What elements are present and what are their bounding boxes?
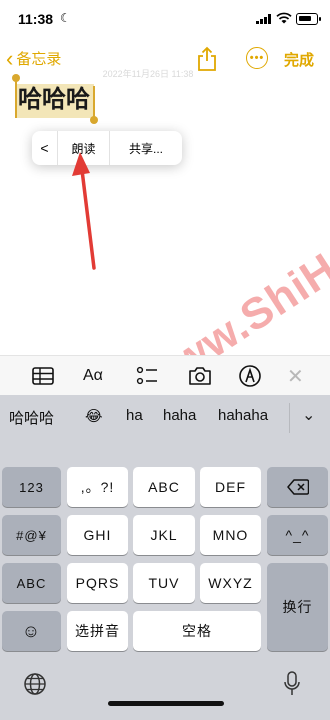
wifi-icon — [276, 12, 292, 24]
key-select-pinyin[interactable]: 选拼音 — [67, 611, 128, 651]
home-indicator — [108, 701, 224, 706]
back-label: 备忘录 — [16, 51, 62, 68]
camera-icon[interactable] — [187, 364, 213, 388]
selection-start-handle[interactable] — [12, 74, 20, 118]
globe-icon[interactable] — [23, 672, 47, 696]
table-icon[interactable] — [31, 364, 55, 388]
text-format-button[interactable]: Aα — [83, 364, 103, 388]
key-symbols[interactable]: #@¥ — [2, 515, 61, 555]
microphone-icon[interactable] — [283, 671, 301, 697]
key-def[interactable]: DEF — [200, 467, 261, 507]
candidate-item[interactable]: 😂 — [85, 407, 103, 425]
key-abc[interactable]: ABC — [133, 467, 195, 507]
space-key[interactable]: 空格 — [133, 611, 261, 651]
key-punctuation[interactable]: ,。?! — [67, 467, 128, 507]
key-wxyz[interactable]: WXYZ — [200, 563, 261, 603]
moon-icon: ☾ — [60, 11, 71, 25]
candidate-item[interactable]: ha — [126, 407, 143, 424]
menu-back-button[interactable]: < — [32, 131, 58, 165]
key-abc-switch[interactable]: ABC — [2, 563, 61, 603]
key-tuv[interactable]: TUV — [133, 563, 195, 603]
done-button[interactable]: 完成 — [284, 49, 314, 70]
candidate-item[interactable]: 哈哈哈 — [9, 407, 54, 428]
key-emoticon[interactable]: ^_^ — [267, 515, 328, 555]
keyboard: 哈哈哈 😂 ha haha hahaha ⌄ 123 ,。?! ABC DEF … — [0, 395, 330, 720]
format-toolbar: Aα ✕ — [0, 355, 330, 395]
candidate-divider — [289, 403, 290, 433]
key-pqrs[interactable]: PQRS — [67, 563, 128, 603]
note-date: 2022年11月26日 11:38 — [102, 69, 194, 79]
share-menu-button[interactable]: 共享... — [110, 131, 182, 165]
checklist-icon[interactable] — [135, 364, 159, 388]
chevron-left-icon: ‹ — [6, 45, 14, 71]
battery-icon — [296, 13, 321, 25]
markup-pen-icon[interactable] — [238, 364, 262, 388]
candidate-bar: 哈哈哈 😂 ha haha hahaha ⌄ — [0, 395, 330, 439]
delete-key[interactable] — [267, 467, 328, 507]
key-mno[interactable]: MNO — [200, 515, 261, 555]
key-123[interactable]: 123 — [2, 467, 61, 507]
annotation-arrow — [72, 152, 96, 270]
note-text[interactable]: 哈哈哈 — [18, 84, 90, 116]
status-time: 11:38 — [18, 11, 54, 27]
ellipsis-icon: ••• — [249, 52, 265, 64]
emoji-key[interactable]: ☺ — [2, 611, 61, 651]
close-toolbar-icon[interactable]: ✕ — [287, 364, 304, 388]
return-key[interactable]: 换行 — [267, 563, 328, 651]
more-button[interactable]: ••• — [246, 47, 268, 69]
selection-end-handle[interactable] — [90, 86, 98, 124]
delete-icon — [286, 479, 309, 495]
back-button[interactable]: ‹ 备忘录 — [6, 45, 62, 71]
key-jkl[interactable]: JKL — [133, 515, 195, 555]
candidate-item[interactable]: hahaha — [218, 407, 268, 424]
share-icon[interactable] — [196, 46, 218, 72]
candidate-item[interactable]: haha — [163, 407, 196, 424]
expand-candidates-icon[interactable]: ⌄ — [302, 405, 315, 425]
signal-icon — [256, 14, 271, 24]
status-bar: 11:38 ☾ — [0, 0, 330, 38]
key-ghi[interactable]: GHI — [67, 515, 128, 555]
